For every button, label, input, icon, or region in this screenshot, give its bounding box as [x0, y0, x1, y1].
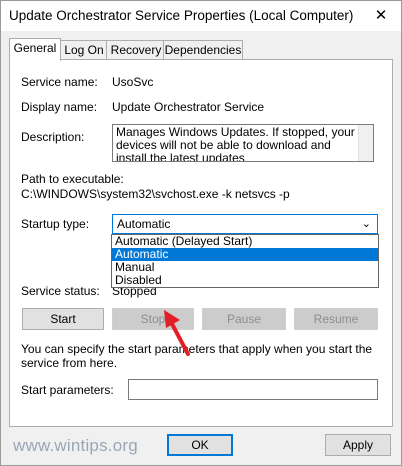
description-box[interactable]: Manages Windows Updates. If stopped, you… — [112, 124, 374, 162]
properties-dialog: Update Orchestrator Service Properties (… — [0, 0, 402, 466]
tab-dependencies[interactable]: Dependencies — [163, 40, 243, 61]
service-status-label: Service status: — [21, 284, 100, 298]
startup-type-select[interactable]: Automatic ⌄ — [112, 214, 378, 234]
display-name-value: Update Orchestrator Service — [112, 100, 265, 114]
tab-general[interactable]: General — [9, 38, 61, 61]
apply-button[interactable]: Apply — [325, 434, 391, 456]
general-panel: Service name: UsoSvc Display name: Updat… — [9, 59, 393, 427]
service-name-value: UsoSvc — [112, 75, 154, 89]
title-bar: Update Orchestrator Service Properties (… — [1, 1, 401, 31]
resume-button[interactable]: Resume — [294, 308, 378, 330]
tab-log-on[interactable]: Log On — [59, 40, 109, 61]
watermark: www.wintips.org — [13, 436, 138, 455]
service-name-label: Service name: — [21, 75, 98, 89]
path-value: C:\WINDOWS\system32\svchost.exe -k netsv… — [21, 187, 290, 201]
description-text: Manages Windows Updates. If stopped, you… — [116, 125, 355, 162]
startup-type-label: Startup type: — [21, 217, 90, 231]
window-title: Update Orchestrator Service Properties (… — [9, 8, 354, 23]
red-pointer-arrow-icon — [164, 310, 190, 356]
path-label: Path to executable: — [21, 172, 124, 186]
close-icon[interactable]: ✕ — [361, 1, 401, 31]
start-button[interactable]: Start — [22, 308, 104, 330]
start-params-input[interactable] — [128, 379, 378, 400]
start-params-label: Start parameters: — [21, 383, 114, 397]
pause-button[interactable]: Pause — [202, 308, 286, 330]
description-scrollbar[interactable] — [358, 125, 373, 161]
startup-type-value: Automatic — [117, 217, 171, 231]
description-label: Description: — [21, 130, 85, 144]
tab-recovery[interactable]: Recovery — [106, 40, 166, 61]
display-name-label: Display name: — [21, 100, 98, 114]
ok-button[interactable]: OK — [167, 434, 233, 456]
dropdown-option-disabled[interactable]: Disabled — [112, 274, 378, 287]
startup-type-dropdown: Automatic (Delayed Start) Automatic Manu… — [111, 234, 379, 288]
chevron-down-icon[interactable]: ⌄ — [362, 215, 371, 234]
